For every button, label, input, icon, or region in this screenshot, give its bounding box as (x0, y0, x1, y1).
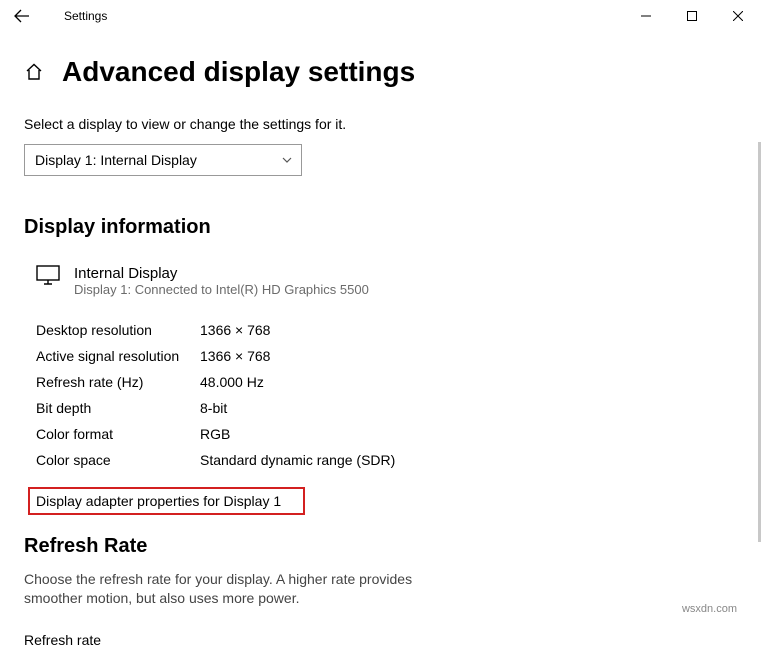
maximize-icon (687, 11, 697, 21)
chevron-down-icon (281, 154, 293, 166)
display-name: Internal Display (74, 265, 369, 282)
info-label: Color space (36, 447, 200, 473)
page-title: Advanced display settings (62, 56, 415, 88)
minimize-icon (641, 11, 651, 21)
display-connection-info: Display 1: Connected to Intel(R) HD Grap… (74, 282, 369, 297)
info-label: Color format (36, 421, 200, 447)
monitor-icon (36, 265, 60, 285)
minimize-button[interactable] (623, 0, 669, 32)
info-row-active-resolution: Active signal resolution 1366 × 768 (36, 343, 737, 369)
watermark-text: wsxdn.com (682, 603, 737, 615)
info-row-color-format: Color format RGB (36, 421, 737, 447)
info-label: Desktop resolution (36, 317, 200, 343)
home-icon[interactable] (24, 62, 44, 82)
current-display-row: Internal Display Display 1: Connected to… (24, 265, 737, 297)
back-button[interactable] (14, 8, 46, 24)
refresh-rate-heading: Refresh Rate (24, 535, 737, 558)
maximize-button[interactable] (669, 0, 715, 32)
info-value: 8-bit (200, 395, 227, 421)
close-button[interactable] (715, 0, 761, 32)
info-value: 1366 × 768 (200, 317, 270, 343)
info-label: Bit depth (36, 395, 200, 421)
page-header: Advanced display settings (24, 56, 737, 88)
window-controls (623, 0, 761, 32)
info-value: 48.000 Hz (200, 369, 264, 395)
dropdown-selected-value: Display 1: Internal Display (35, 152, 197, 168)
back-arrow-icon (14, 8, 30, 24)
info-value: Standard dynamic range (SDR) (200, 447, 395, 473)
adapter-link-highlight: Display adapter properties for Display 1 (28, 487, 737, 515)
info-row-bit-depth: Bit depth 8-bit (36, 395, 737, 421)
info-label: Refresh rate (Hz) (36, 369, 200, 395)
close-icon (733, 11, 743, 21)
display-info-heading: Display information (24, 216, 737, 239)
refresh-rate-description: Choose the refresh rate for your display… (24, 570, 464, 608)
info-row-refresh-rate: Refresh rate (Hz) 48.000 Hz (36, 369, 737, 395)
window-title: Settings (64, 9, 107, 23)
info-row-color-space: Color space Standard dynamic range (SDR) (36, 447, 737, 473)
refresh-rate-label: Refresh rate (24, 632, 737, 648)
display-adapter-properties-link[interactable]: Display adapter properties for Display 1 (28, 487, 305, 515)
info-value: 1366 × 768 (200, 343, 270, 369)
content-area: Advanced display settings Select a displ… (0, 32, 761, 648)
info-value: RGB (200, 421, 230, 447)
info-row-desktop-resolution: Desktop resolution 1366 × 768 (36, 317, 737, 343)
titlebar: Settings (0, 0, 761, 32)
display-info-grid: Desktop resolution 1366 × 768 Active sig… (24, 317, 737, 473)
instruction-text: Select a display to view or change the s… (24, 116, 737, 132)
display-select-dropdown[interactable]: Display 1: Internal Display (24, 144, 302, 176)
info-label: Active signal resolution (36, 343, 200, 369)
